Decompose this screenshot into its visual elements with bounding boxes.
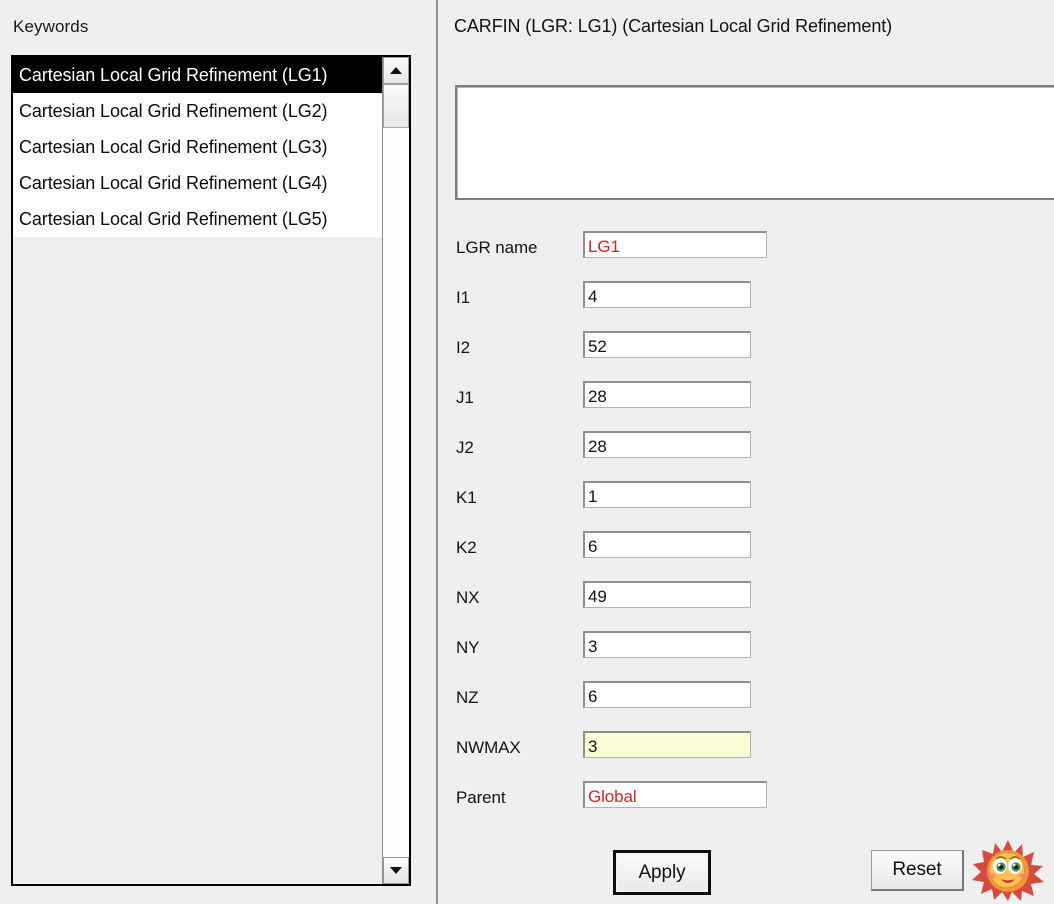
field-input[interactable]: 6 xyxy=(583,531,751,558)
field-label: LGR name xyxy=(456,238,538,257)
form-row: K1 1 xyxy=(441,476,1054,526)
form-row: NX 49 xyxy=(441,576,1054,626)
field-input[interactable]: 28 xyxy=(583,381,751,408)
reset-button[interactable]: Reset xyxy=(871,850,964,891)
triangle-up-icon xyxy=(390,67,402,74)
list-item[interactable]: Cartesian Local Grid Refinement (LG5) xyxy=(13,201,382,237)
field-input[interactable]: 52 xyxy=(583,331,751,358)
field-label: J1 xyxy=(456,388,474,407)
field-input[interactable]: 1 xyxy=(583,481,751,508)
keywords-list-items: Cartesian Local Grid Refinement (LG1) Car… xyxy=(13,57,382,884)
field-label: NX xyxy=(456,588,480,607)
field-label: I1 xyxy=(456,288,470,307)
field-input[interactable]: 3 xyxy=(583,631,751,658)
scrollbar-thumb[interactable] xyxy=(383,84,409,128)
field-label: K2 xyxy=(456,538,477,557)
field-input[interactable]: Global xyxy=(583,781,767,808)
form-row: NY 3 xyxy=(441,626,1054,676)
field-label: NWMAX xyxy=(456,738,521,757)
field-input[interactable]: 3 xyxy=(583,731,751,758)
form-row: K2 6 xyxy=(441,526,1054,576)
field-label: NZ xyxy=(456,688,479,707)
keywords-section-label: Keywords xyxy=(13,17,89,36)
page-title: CARFIN (LGR: LG1) (Cartesian Local Grid … xyxy=(454,16,893,36)
keywords-list-host: Cartesian Local Grid Refinement (LG1) Car… xyxy=(13,57,382,237)
field-input[interactable]: LG1 xyxy=(583,231,767,258)
keywords-list-scrollbar[interactable] xyxy=(382,57,409,884)
list-item[interactable]: Cartesian Local Grid Refinement (LG4) xyxy=(13,165,382,201)
list-item[interactable]: Cartesian Local Grid Refinement (LG2) xyxy=(13,93,382,129)
field-input[interactable]: 6 xyxy=(583,681,751,708)
field-label: NY xyxy=(456,638,480,657)
keywords-listbox[interactable]: Cartesian Local Grid Refinement (LG1) Car… xyxy=(11,55,411,886)
keywords-panel: Keywords Cartesian Local Grid Refinement… xyxy=(0,0,435,904)
triangle-down-icon xyxy=(390,867,402,874)
keywords-list-empty-area xyxy=(13,237,382,884)
apply-button[interactable]: Apply xyxy=(613,850,711,895)
scroll-up-button[interactable] xyxy=(383,57,409,84)
form-row: NZ 6 xyxy=(441,676,1054,726)
field-input[interactable]: 28 xyxy=(583,431,751,458)
carfin-properties-panel: CARFIN (LGR: LG1) (Cartesian Local Grid … xyxy=(441,0,1054,904)
field-label: K1 xyxy=(456,488,477,507)
field-label: I2 xyxy=(456,338,470,357)
field-label: Parent xyxy=(456,788,506,807)
list-item[interactable]: Cartesian Local Grid Refinement (LG1) xyxy=(13,57,382,93)
field-input[interactable]: 4 xyxy=(583,281,751,308)
form-row: I1 4 xyxy=(441,276,1054,326)
list-item[interactable]: Cartesian Local Grid Refinement (LG3) xyxy=(13,129,382,165)
field-input[interactable]: 49 xyxy=(583,581,751,608)
panel-splitter[interactable] xyxy=(433,0,441,904)
field-label: J2 xyxy=(456,438,474,457)
form-row: NWMAX 3 xyxy=(441,726,1054,776)
form-row: LGR name LG1 xyxy=(441,226,1054,276)
form-row: Parent Global xyxy=(441,776,1054,826)
scrollbar-track[interactable] xyxy=(383,84,409,857)
comment-textarea[interactable] xyxy=(455,85,1054,200)
form-row: I2 52 xyxy=(441,326,1054,376)
form-row: J2 28 xyxy=(441,426,1054,476)
scroll-down-button[interactable] xyxy=(383,857,409,884)
carfin-field-form: LGR name LG1 I1 4 I2 52 J1 28 J2 28 K1 1 K2 6 NX 49 NY 3 N… xyxy=(441,226,1054,826)
form-row: J1 28 xyxy=(441,376,1054,426)
smiling-sun-icon xyxy=(971,839,1045,902)
